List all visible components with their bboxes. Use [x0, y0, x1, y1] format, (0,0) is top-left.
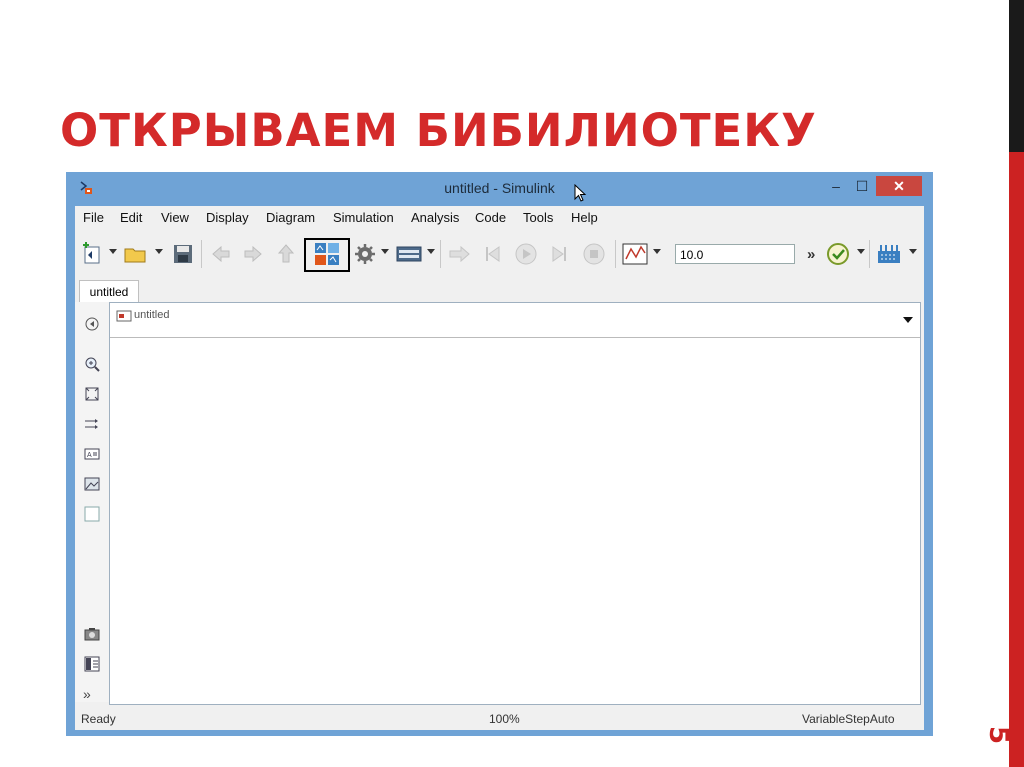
- toolbar-separator: [615, 240, 616, 268]
- slide-accent-bar-bottom: [1009, 152, 1024, 767]
- model-canvas[interactable]: untitled: [109, 302, 921, 705]
- address-path: untitled: [134, 309, 170, 321]
- menu-code[interactable]: Code: [475, 210, 506, 225]
- model-config-dropdown-icon[interactable]: [381, 249, 389, 254]
- slide-accent-bar-top: [1009, 0, 1024, 152]
- model-advisor-dropdown-icon[interactable]: [857, 249, 865, 254]
- step-back-icon[interactable]: [483, 241, 505, 267]
- model-advisor-icon[interactable]: [825, 241, 851, 267]
- update-diagram-icon[interactable]: [447, 241, 473, 267]
- stop-icon[interactable]: [581, 241, 607, 267]
- toolbar: 10.0 »: [75, 232, 924, 276]
- status-zoom: 100%: [489, 712, 520, 726]
- hide-explorer-icon[interactable]: [84, 316, 100, 332]
- window-titlebar[interactable]: untitled - Simulink ‒ ☐ ✕: [66, 172, 933, 204]
- model-explorer-icon[interactable]: [395, 241, 423, 267]
- menu-analysis[interactable]: Analysis: [411, 210, 459, 225]
- menu-display[interactable]: Display: [206, 210, 249, 225]
- close-button[interactable]: ✕: [876, 176, 922, 196]
- window-client-area: File Edit View Display Diagram Simulatio…: [75, 206, 924, 730]
- area-icon[interactable]: [84, 506, 100, 522]
- fit-to-view-icon[interactable]: [84, 386, 100, 402]
- scope-icon[interactable]: [621, 241, 649, 267]
- svg-text:A: A: [87, 452, 92, 459]
- menu-simulation[interactable]: Simulation: [333, 210, 394, 225]
- open-dropdown-icon[interactable]: [155, 249, 163, 254]
- new-model-icon[interactable]: [81, 241, 105, 267]
- stop-time-input[interactable]: 10.0: [675, 244, 795, 264]
- slide-title: ОТКРЫВАЕМ БИБИЛИОТЕКУ: [60, 104, 817, 157]
- left-palette: A »: [75, 302, 109, 702]
- up-icon[interactable]: [275, 241, 297, 267]
- toolbar-overflow-button[interactable]: »: [807, 246, 815, 263]
- maximize-button[interactable]: ☐: [850, 176, 874, 196]
- new-model-dropdown-icon[interactable]: [109, 249, 117, 254]
- step-forward-icon[interactable]: [547, 241, 569, 267]
- menu-diagram[interactable]: Diagram: [266, 210, 315, 225]
- tab-untitled[interactable]: untitled: [79, 280, 139, 303]
- model-browser-icon[interactable]: [84, 656, 100, 672]
- image-icon[interactable]: [84, 476, 100, 492]
- status-ready: Ready: [81, 712, 116, 726]
- toolbar-separator: [869, 240, 870, 268]
- library-browser-highlight: [304, 238, 350, 272]
- palette-more-icon[interactable]: »: [83, 686, 91, 702]
- status-solver[interactable]: VariableStepAuto: [802, 712, 895, 726]
- model-tab-row: untitled: [75, 276, 924, 303]
- menu-help[interactable]: Help: [571, 210, 598, 225]
- model-explorer-dropdown-icon[interactable]: [427, 249, 435, 254]
- address-dropdown-icon[interactable]: [903, 317, 913, 323]
- annotation-icon[interactable]: A: [84, 446, 100, 462]
- toolbar-separator: [440, 240, 441, 268]
- menu-tools[interactable]: Tools: [523, 210, 553, 225]
- build-dropdown-icon[interactable]: [909, 249, 917, 254]
- back-icon[interactable]: [209, 241, 233, 267]
- menu-file[interactable]: File: [83, 210, 104, 225]
- model-config-icon[interactable]: [353, 241, 377, 267]
- route-lines-icon[interactable]: [84, 416, 100, 432]
- open-icon[interactable]: [123, 241, 149, 267]
- status-bar: Ready 100% VariableStepAuto: [75, 708, 924, 730]
- forward-icon[interactable]: [241, 241, 265, 267]
- window-title: untitled - Simulink: [444, 180, 555, 196]
- minimize-button[interactable]: ‒: [824, 176, 848, 196]
- run-icon[interactable]: [513, 241, 539, 267]
- mouse-cursor-icon: [574, 184, 587, 202]
- scope-dropdown-icon[interactable]: [653, 249, 661, 254]
- menu-view[interactable]: View: [161, 210, 189, 225]
- slide-page-number: 5: [983, 725, 1013, 745]
- build-icon[interactable]: [875, 241, 903, 267]
- menu-bar: File Edit View Display Diagram Simulatio…: [75, 206, 924, 230]
- save-icon[interactable]: [171, 241, 195, 267]
- menu-edit[interactable]: Edit: [120, 210, 142, 225]
- model-icon: [116, 310, 132, 322]
- address-bar[interactable]: untitled: [110, 303, 920, 338]
- zoom-icon[interactable]: [84, 356, 100, 372]
- simulink-window: untitled - Simulink ‒ ☐ ✕ File Edit View…: [66, 172, 933, 736]
- screenshot-icon[interactable]: [84, 626, 100, 642]
- toolbar-separator: [201, 240, 202, 268]
